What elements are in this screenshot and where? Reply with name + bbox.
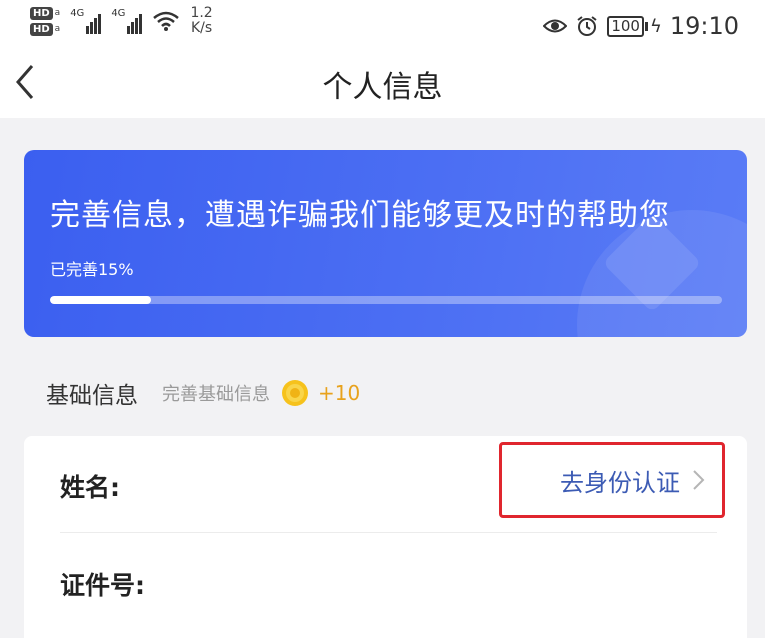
points-reward: +10: [318, 381, 361, 405]
completion-progress-fill: [50, 296, 151, 304]
row-divider: [60, 532, 717, 533]
net-speed-value: 1.2: [190, 5, 213, 21]
status-time: 19:10: [669, 12, 739, 40]
identity-verify-button[interactable]: 去身份认证: [499, 442, 725, 518]
profile-completion-banner: 完善信息，遭遇诈骗我们能够更及时的帮助您 已完善15%: [24, 150, 747, 337]
coin-icon: [282, 380, 308, 406]
nav-bar: 个人信息: [0, 52, 765, 118]
section-title: 基础信息: [46, 383, 138, 409]
page-title: 个人信息: [322, 70, 443, 105]
banner-title: 完善信息，遭遇诈骗我们能够更及时的帮助您: [50, 198, 670, 233]
sim2-sub: a: [54, 24, 61, 34]
eye-icon: [543, 19, 568, 33]
signal-2-label: 4G: [111, 8, 126, 19]
basic-info-form: 姓名: 去身份认证 证件号:: [24, 436, 747, 638]
battery-cap: [644, 21, 648, 31]
identity-verify-label: 去身份认证: [560, 468, 680, 497]
net-speed-unit: K/s: [190, 20, 213, 36]
net-speed: 1.2 K/s: [190, 6, 212, 36]
battery-level: 100: [607, 15, 644, 37]
sim2-hd-badge: HD: [30, 22, 53, 36]
id-number-row[interactable]: 证件号:: [24, 534, 747, 629]
signal-1-icon: 4G: [70, 8, 102, 34]
wifi-icon: [153, 11, 180, 31]
id-number-label: 证件号:: [60, 571, 145, 600]
name-row: 姓名: 去身份认证: [24, 436, 747, 531]
signal-2-icon: 4G: [111, 8, 143, 34]
completion-progress-bar: [50, 296, 722, 304]
status-right: 100 ϟ 19:10: [543, 12, 739, 40]
sim1-hd-badge: HD: [30, 6, 53, 20]
battery-indicator: 100 ϟ: [607, 15, 662, 37]
completion-percent-text: 已完善15%: [50, 260, 134, 279]
basic-info-header: 基础信息 完善基础信息 +10: [46, 376, 360, 410]
sim-indicators: HD a HD a: [30, 6, 61, 36]
status-bar: HD a HD a 4G 4G 1.2 K/s 100 ϟ 19:10: [0, 0, 765, 52]
sim1-sub: a: [54, 8, 61, 18]
section-hint: 完善基础信息: [162, 384, 270, 405]
name-label: 姓名:: [60, 473, 120, 502]
charging-icon: ϟ: [649, 15, 662, 37]
status-left: HD a HD a 4G 4G 1.2 K/s: [30, 6, 213, 36]
chevron-right-icon: [693, 470, 705, 490]
signal-1-label: 4G: [70, 8, 85, 19]
alarm-icon: [577, 16, 597, 36]
